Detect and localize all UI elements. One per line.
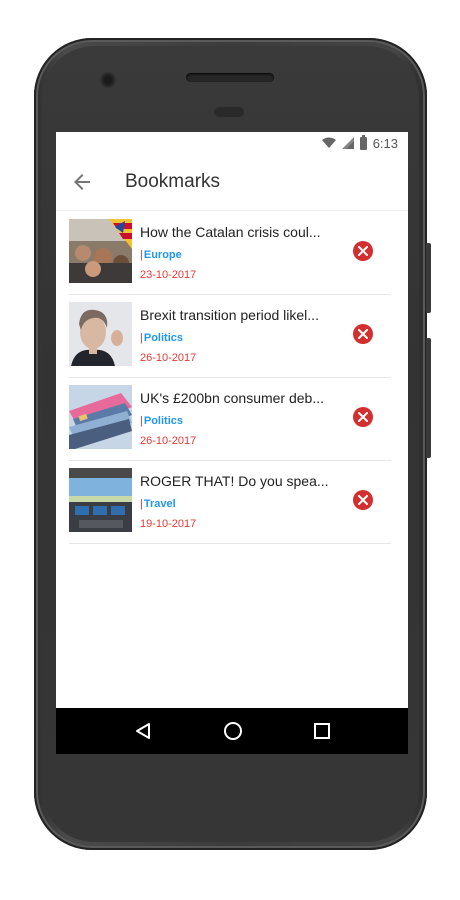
article-date: 26-10-2017: [140, 352, 197, 364]
category-marker: |: [140, 498, 143, 510]
square-recents-icon[interactable]: [314, 723, 331, 739]
remove-bookmark-button[interactable]: [353, 407, 373, 427]
category-label: Travel: [143, 498, 176, 510]
bookmark-list: How the Catalan crisis coul... |Europe 2…: [69, 212, 391, 544]
category-label: Europe: [143, 249, 182, 261]
remove-bookmark-button[interactable]: [353, 490, 373, 510]
article-title: ROGER THAT! Do you spea...: [140, 473, 329, 489]
status-time: 6:13: [372, 135, 398, 151]
signal-icon: [341, 137, 354, 149]
close-icon: [358, 412, 368, 422]
list-item[interactable]: Brexit transition period likel... |Polit…: [69, 295, 391, 378]
arrow-back-icon[interactable]: [70, 170, 94, 194]
article-category: |Europe: [140, 249, 182, 261]
article-date: 19-10-2017: [140, 518, 197, 530]
category-label: Politics: [143, 332, 183, 344]
article-title: UK's £200bn consumer deb...: [140, 390, 325, 406]
triangle-back-icon[interactable]: [134, 722, 152, 740]
article-category: |Politics: [140, 415, 183, 427]
power-button: [426, 338, 431, 458]
remove-bookmark-button[interactable]: [353, 324, 373, 344]
article-date: 26-10-2017: [140, 435, 197, 447]
article-category: |Politics: [140, 332, 183, 344]
navigation-bar: [56, 708, 408, 754]
app-bar: Bookmarks: [56, 154, 408, 211]
list-item[interactable]: UK's £200bn consumer deb... |Politics 26…: [69, 378, 391, 461]
close-icon: [358, 329, 368, 339]
list-item[interactable]: ROGER THAT! Do you spea... |Travel 19-10…: [69, 461, 391, 544]
article-title: Brexit transition period likel...: [140, 307, 319, 323]
article-category: |Travel: [140, 498, 176, 510]
remove-bookmark-button[interactable]: [353, 241, 373, 261]
article-title: How the Catalan crisis coul...: [140, 224, 321, 240]
list-item[interactable]: How the Catalan crisis coul... |Europe 2…: [69, 212, 391, 295]
circle-home-icon[interactable]: [223, 721, 243, 741]
status-bar: 6:13: [56, 132, 408, 154]
volume-button: [426, 243, 431, 313]
phone-screen: 6:13 Bookmarks How the Catalan crisis co…: [56, 132, 408, 754]
battery-icon: [359, 134, 367, 150]
front-camera: [100, 72, 116, 88]
article-thumbnail: [69, 468, 132, 532]
article-thumbnail: [69, 385, 132, 449]
close-icon: [358, 246, 368, 256]
page-title: Bookmarks: [125, 171, 221, 192]
category-marker: |: [140, 332, 143, 344]
article-thumbnail: [69, 302, 132, 366]
proximity-sensor: [214, 107, 244, 117]
earpiece-speaker: [186, 73, 274, 82]
category-marker: |: [140, 249, 143, 261]
article-thumbnail: [69, 219, 132, 283]
article-date: 23-10-2017: [140, 269, 197, 281]
category-marker: |: [140, 415, 143, 427]
category-label: Politics: [143, 415, 183, 427]
wifi-icon: [321, 137, 336, 148]
close-icon: [358, 495, 368, 505]
